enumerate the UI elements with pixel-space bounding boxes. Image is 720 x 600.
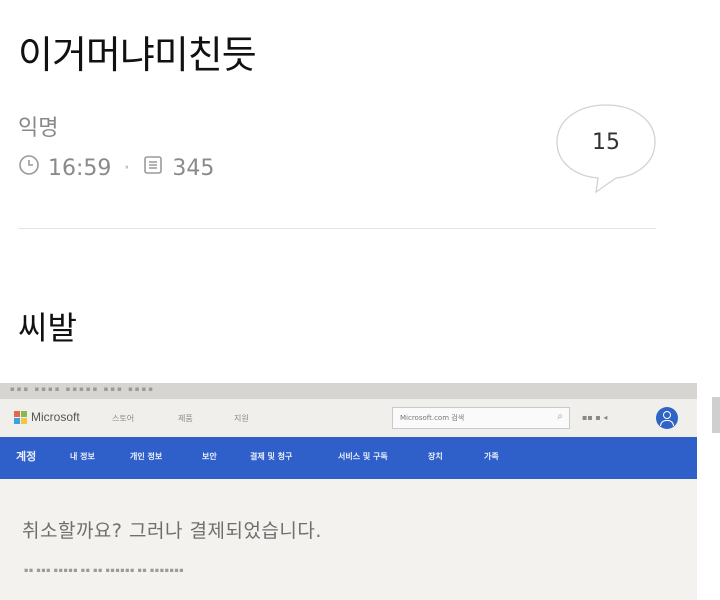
scroll-indicator [712, 397, 720, 433]
photo-nav-security: 보안 [202, 452, 217, 461]
clock-icon [18, 154, 40, 182]
photo-content: 취소할까요? 그러나 결제되었습니다. ▪▪ ▪▪▪ ▪▪▪▪▪ ▪▪ ▪▪ ▪… [0, 479, 697, 600]
post-time: 16:59 [48, 155, 112, 181]
avatar-icon [656, 407, 678, 429]
photo-nav-products: 제품 [178, 414, 193, 423]
photo-browser-bar: ▪▪▪ ▪▪▪▪ ▪▪▪▪▪ ▪▪▪ ▪▪▪▪ [0, 383, 697, 399]
microsoft-logo-icon [14, 411, 27, 424]
photo-nav-devices: 장치 [428, 452, 443, 461]
post-meta: 16:59 · 345 [18, 154, 214, 182]
comment-count-button[interactable]: 15 [556, 104, 656, 194]
meta-separator: · [123, 155, 131, 181]
post-body: 씨발 [18, 309, 77, 347]
photo-search-box: Microsoft.com 검색 ⌕ [392, 407, 570, 429]
document-icon [142, 154, 164, 182]
photo-header-icons: ▪▪ ▪ ◂ [582, 413, 608, 422]
photo-search-placeholder: Microsoft.com 검색 [400, 414, 465, 422]
photo-brand: Microsoft [31, 410, 80, 424]
photo-nav-services: 서비스 및 구독 [338, 452, 388, 461]
photo-nav-family: 가족 [484, 452, 499, 461]
author-name[interactable]: 익명 [18, 110, 58, 142]
photo-ms-header: Microsoft 스토어 제품 지원 Microsoft.com 검색 ⌕ ▪… [0, 399, 697, 437]
photo-tab-strip: ▪▪▪ ▪▪▪▪ ▪▪▪▪▪ ▪▪▪ ▪▪▪▪ [10, 385, 156, 393]
photo-nav-my-info: 내 정보 [70, 452, 95, 461]
photo-account-nav: 계정 내 정보 개인 정보 보안 결제 및 청구 서비스 및 구독 장치 가족 [0, 437, 697, 479]
photo-nav-store: 스토어 [112, 414, 135, 423]
attached-photo[interactable]: ▪▪▪ ▪▪▪▪ ▪▪▪▪▪ ▪▪▪ ▪▪▪▪ Microsoft 스토어 제품… [0, 383, 697, 600]
photo-nav-support: 지원 [234, 414, 249, 423]
divider [18, 228, 656, 229]
photo-heading: 취소할까요? 그러나 결제되었습니다. [22, 520, 322, 542]
photo-nav-privacy: 개인 정보 [130, 452, 163, 461]
photo-illegible-line: ▪▪ ▪▪▪ ▪▪▪▪▪ ▪▪ ▪▪ ▪▪▪▪▪▪ ▪▪ ▪▪▪▪▪▪▪ [24, 566, 185, 574]
search-icon: ⌕ [557, 411, 563, 422]
comment-count: 15 [592, 130, 620, 155]
post-title: 이거머냐미친듯 [18, 33, 257, 77]
photo-nav-account: 계정 [16, 450, 37, 463]
view-count: 345 [172, 155, 215, 181]
photo-nav-billing: 결제 및 청구 [250, 452, 293, 461]
